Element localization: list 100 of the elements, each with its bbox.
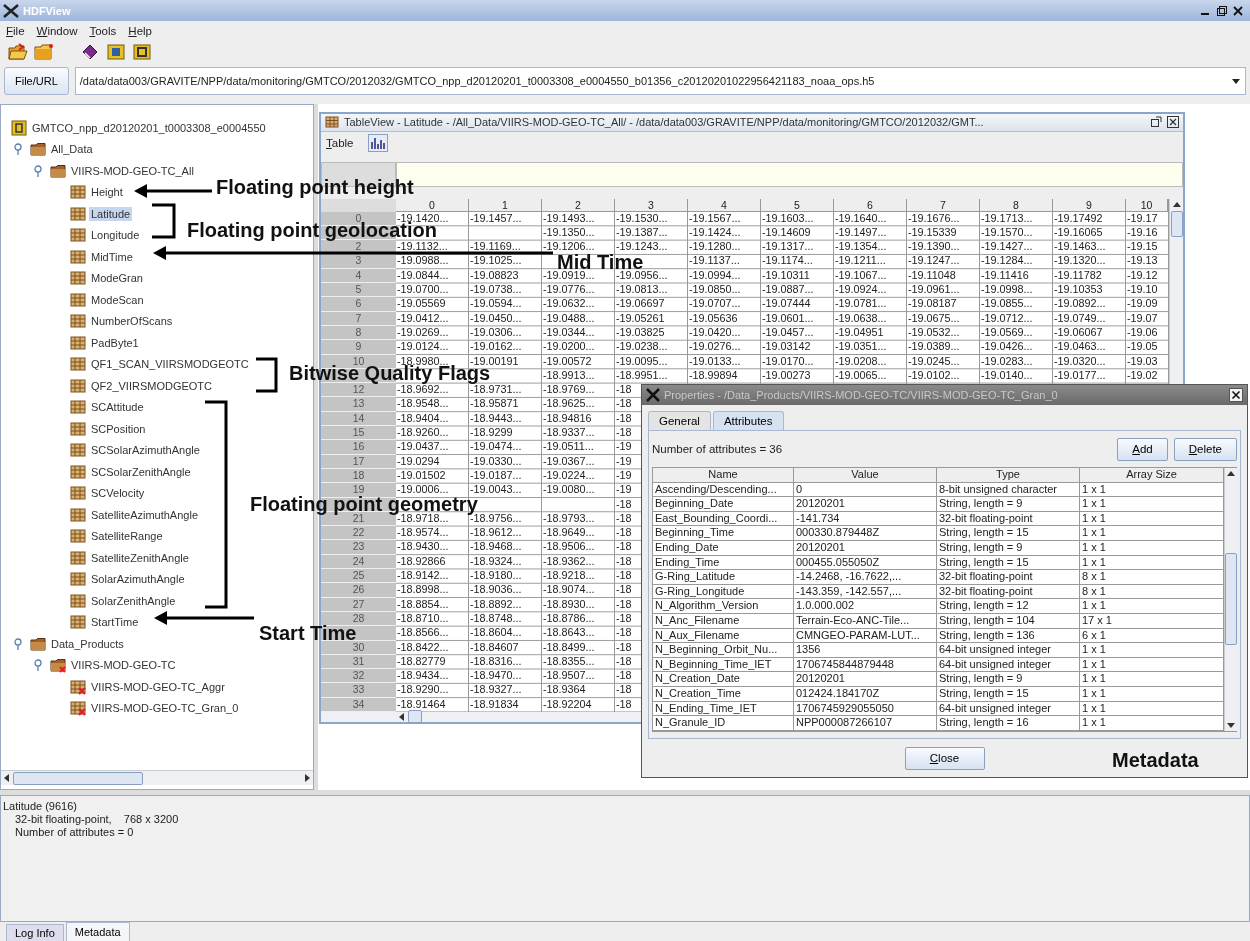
expand-handle-icon[interactable] [32,164,44,177]
tree-item[interactable]: SCSolarAzimuthAngle [89,443,202,458]
table-cell: -19.0892... [1053,297,1107,312]
chart-icon[interactable] [367,133,388,152]
tree-item[interactable]: SCSolarZenithAngle [89,464,193,479]
url-combobox[interactable]: /data/data003/GRAVITE/NPP/data/monitoring/GMTCO/2012032/GMTCO_npp_d20120201_t0003308_e0004550_b01356_c20120201022956421183_noaa_ops.h5 [74,67,1246,95]
table-cell-text: -18.9913... [542,368,596,383]
tree-item[interactable]: Height [89,185,125,200]
table-cell: -19.1137... [688,254,741,269]
expand-handle-icon[interactable] [12,637,24,650]
file-format-icon[interactable] [132,43,152,61]
table-cell: String, length = 15 [937,686,1080,702]
tree-item[interactable]: Latitude [89,206,133,221]
table-cell: 1706745929055050 [794,701,937,717]
tree-item[interactable]: SolarAzimuthAngle [89,572,187,587]
maximize-icon[interactable] [1216,4,1228,17]
scroll-arrow-icon[interactable] [1226,469,1236,479]
menu-item[interactable]: Table [326,136,354,149]
bracket [152,203,176,239]
dialog-button[interactable]: Delete [1173,437,1237,461]
tree-item[interactable]: SatelliteRange [89,529,165,544]
tree-item[interactable]: VIIRS-MOD-GEO-TC [69,658,178,673]
tree-item[interactable]: SatelliteZenithAngle [89,550,191,565]
open-folder-icon[interactable] [8,43,28,61]
tree-item[interactable]: QF1_SCAN_VIIRSMODGEOTC [89,357,251,372]
table-icon [70,549,86,566]
tree-item[interactable]: NumberOfScans [89,314,175,329]
tree-item[interactable]: Longitude [89,228,142,243]
tab[interactable]: Metadata [65,922,130,941]
table-cell-text: -19.14609 [761,225,812,240]
column-header[interactable]: 1 [469,198,542,212]
table-cell: -19.0511... [542,440,595,455]
dialog-button[interactable]: Add [1117,437,1168,461]
folder-icon[interactable] [34,43,54,61]
column-header[interactable]: 7 [907,198,980,212]
tree-item[interactable]: VIIRS-MOD-GEO-TC_Gran_0 [89,701,241,716]
tab[interactable]: Attributes [712,411,784,430]
tree-item[interactable]: All_Data [49,142,95,157]
tree-item[interactable]: VIIRS-MOD-GEO-TC_Aggr [89,679,227,694]
scrollbar-thumb[interactable] [13,771,143,785]
column-header[interactable]: 3 [615,198,688,212]
file-format-icon[interactable] [106,43,126,61]
vertical-scrollbar[interactable] [1224,468,1237,731]
expand-handle-icon[interactable] [32,659,44,672]
column-header[interactable]: 4 [688,198,761,212]
tree-item[interactable]: MidTime [89,249,135,264]
tree-item[interactable]: GMTCO_npp_d20120201_t0003308_e0004550 [30,120,268,135]
tab[interactable]: General [648,411,711,430]
tree-item[interactable]: VIIRS-MOD-GEO-TC_All [69,163,196,178]
column-header[interactable]: 8 [980,198,1053,212]
column-header[interactable]: 2 [542,198,615,212]
tree-item[interactable]: SatelliteAzimuthAngle [89,507,200,522]
tree-item[interactable]: SCPosition [89,421,148,436]
tree-item[interactable]: PadByte1 [89,335,141,350]
scrollbar-thumb[interactable] [408,710,422,724]
close-button[interactable]: Close [904,746,985,770]
maximize-icon[interactable] [1150,116,1162,129]
table-cell: N_Granule_ID [653,716,794,731]
column-header[interactable]: 6 [834,198,907,212]
scroll-arrow-icon[interactable] [2,773,12,783]
close-icon[interactable] [1232,4,1244,17]
table-cell-text: -19.1497... [834,225,888,240]
column-header[interactable]: 9 [1053,198,1126,212]
scrollbar-thumb[interactable] [1225,553,1237,646]
tree-item[interactable]: SCVelocity [89,486,147,501]
expand-handle-icon[interactable] [12,143,24,156]
tree-item[interactable]: ModeScan [89,292,146,307]
close-icon[interactable] [1167,116,1179,129]
column-header[interactable]: Value [794,468,937,483]
tree-item[interactable]: StartTime [89,615,141,630]
horizontal-scrollbar[interactable] [1,770,313,785]
scroll-arrow-icon[interactable] [397,712,407,722]
dropdown-arrow-icon[interactable] [1231,77,1241,85]
column-header[interactable]: Array Size [1080,468,1224,483]
table-cell: -18.9612... [469,526,523,541]
scroll-arrow-icon[interactable] [302,773,312,783]
tree-item[interactable]: SCAttitude [89,400,146,415]
tree-item[interactable]: QF2_VIIRSMODGEOTC [89,378,215,393]
table-cell: Beginning_Date [653,497,794,512]
table-cell-text: -18.8355... [542,654,596,669]
close-icon[interactable] [1229,388,1243,402]
menu-item[interactable]: Tools [89,24,117,37]
column-header[interactable]: Type [937,468,1080,483]
table-cell: -19.0601... [761,311,815,326]
menu-item[interactable]: File [6,24,25,37]
column-header[interactable]: Name [653,468,794,483]
column-header[interactable]: 0 [396,198,469,212]
tree-item[interactable]: Data_Products [49,636,126,651]
tree-item[interactable]: SolarZenithAngle [89,593,178,608]
file-url-button[interactable]: File/URL [4,67,69,95]
menu-item[interactable]: Help [128,24,152,37]
tab[interactable]: Log Info [6,924,64,941]
tree-item[interactable]: ModeGran [89,271,145,286]
column-header[interactable]: 10 [1126,198,1168,212]
table-cell: N_Ending_Time_IET [653,701,794,717]
menu-item[interactable]: Window [36,24,78,37]
table-icon [70,334,86,351]
column-header[interactable]: 5 [761,198,834,212]
table-cell: -19.0632... [542,297,596,312]
scrollbar-thumb[interactable] [1170,210,1183,237]
